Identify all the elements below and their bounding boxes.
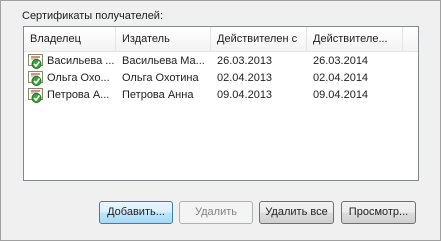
cell-valid-to: 26.03.2014 bbox=[313, 55, 369, 67]
cell-valid-to: 09.04.2014 bbox=[313, 89, 369, 101]
cell-owner: Петрова А... bbox=[47, 89, 110, 101]
remove-all-button[interactable]: Удалить все bbox=[259, 201, 334, 224]
column-header-valid-to[interactable]: Действителе... bbox=[307, 27, 403, 51]
table-row[interactable]: Васильева ... Васильева Ма... 26.03.2013… bbox=[24, 53, 418, 70]
column-header-issuer[interactable]: Издатель bbox=[116, 27, 211, 51]
table-row[interactable]: Петрова А... Петрова Анна 09.04.2013 09.… bbox=[24, 87, 418, 104]
remove-button[interactable]: Удалить bbox=[179, 201, 253, 224]
list-header: Владелец Издатель Действителен с Действи… bbox=[24, 27, 418, 52]
certificates-list[interactable]: Владелец Издатель Действителен с Действи… bbox=[23, 26, 419, 181]
table-row[interactable]: Ольга Охо... Ольга Охотина 02.04.2013 02… bbox=[24, 70, 418, 87]
certificate-check-icon bbox=[28, 88, 43, 103]
certificate-check-icon bbox=[28, 54, 43, 69]
view-button[interactable]: Просмотр... bbox=[341, 201, 416, 224]
certificate-check-icon bbox=[28, 71, 43, 86]
cell-valid-from: 02.04.2013 bbox=[217, 72, 273, 84]
add-button[interactable]: Добавить... bbox=[99, 201, 173, 224]
cell-owner: Васильева ... bbox=[47, 55, 115, 67]
column-header-owner[interactable]: Владелец bbox=[24, 27, 116, 51]
cell-owner: Ольга Охо... bbox=[47, 72, 110, 84]
cell-issuer: Петрова Анна bbox=[122, 89, 194, 101]
cell-valid-from: 26.03.2013 bbox=[217, 55, 273, 67]
cell-issuer: Ольга Охотина bbox=[122, 72, 199, 84]
recipient-certificates-label: Сертификаты получателей: bbox=[22, 10, 164, 22]
column-header-valid-from[interactable]: Действителен с bbox=[211, 27, 307, 51]
dialog-frame: Сертификаты получателей: Владелец Издате… bbox=[0, 0, 441, 241]
cell-issuer: Васильева Ма... bbox=[122, 55, 205, 67]
cell-valid-to: 02.04.2014 bbox=[313, 72, 369, 84]
cell-valid-from: 09.04.2013 bbox=[217, 89, 273, 101]
